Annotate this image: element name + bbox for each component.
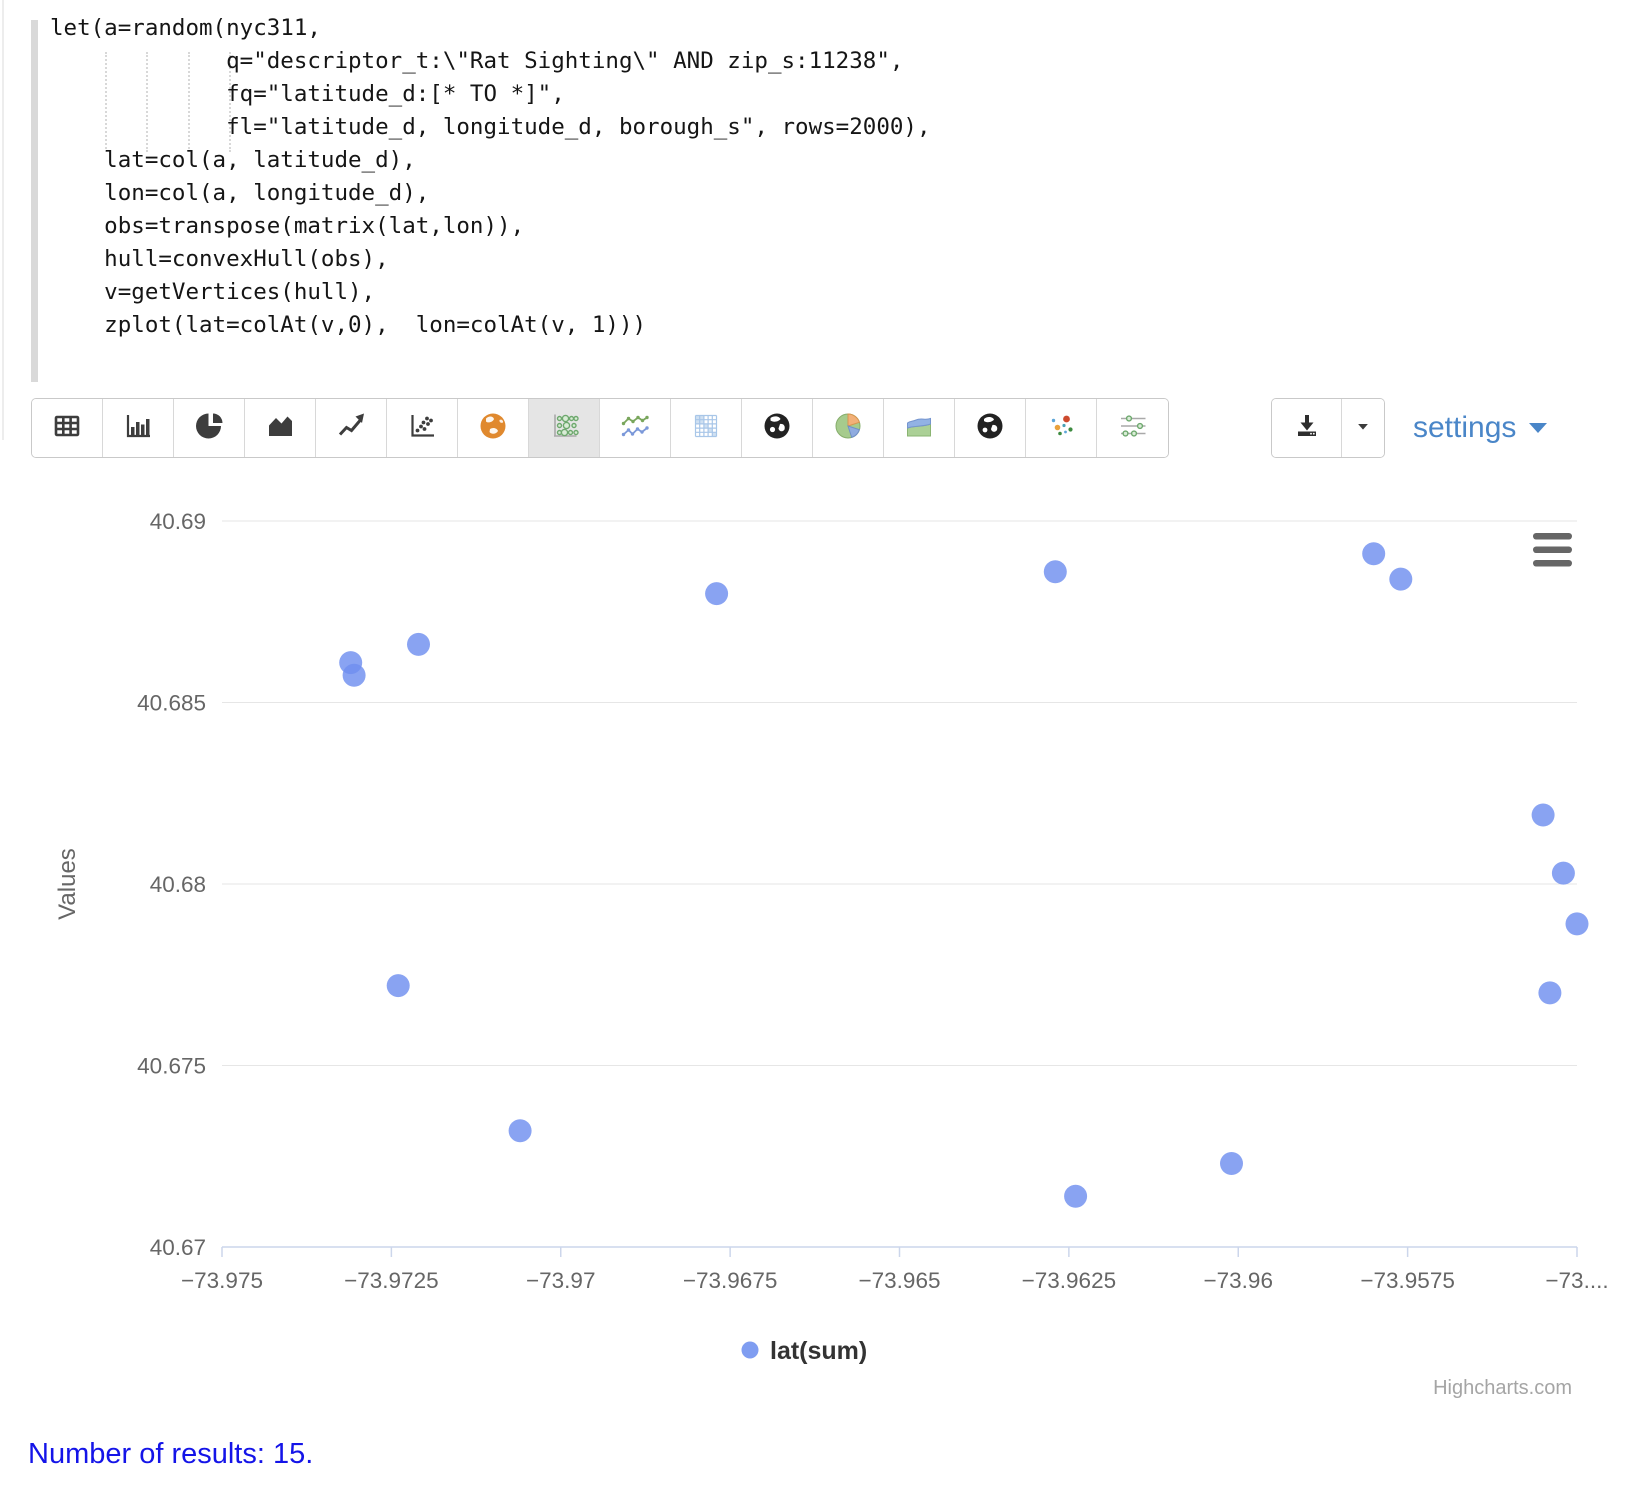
- bubble-chart-icon: [1045, 410, 1077, 447]
- chart-type-button-scatter-plot[interactable]: [387, 399, 458, 457]
- heatmap-icon: [690, 410, 722, 447]
- table-icon: [51, 410, 83, 447]
- data-point[interactable]: [705, 582, 728, 605]
- y-tick-label: 40.675: [137, 1054, 206, 1079]
- chart-type-button-area-color[interactable]: [884, 399, 955, 457]
- x-tick-label: −73.97: [526, 1268, 595, 1293]
- chart-type-button-parallel-coords[interactable]: [1097, 399, 1168, 457]
- chart-type-button-globe-dark[interactable]: [742, 399, 813, 457]
- x-tick-label: −73.9625: [1022, 1268, 1116, 1293]
- chart-type-button-heatmap[interactable]: [671, 399, 742, 457]
- caret-down-icon: [1350, 413, 1376, 444]
- data-point[interactable]: [1044, 560, 1067, 583]
- chart-type-button-dot-grid[interactable]: [529, 399, 600, 457]
- legend-item[interactable]: lat(sum): [742, 1337, 868, 1365]
- multi-line-chart-icon: [619, 410, 651, 447]
- pie-color-icon: [832, 410, 864, 447]
- x-tick-label: −73....: [1545, 1268, 1608, 1293]
- data-point[interactable]: [1064, 1185, 1087, 1208]
- chart-type-button-pie-color[interactable]: [813, 399, 884, 457]
- code-block-quote-bar: [31, 20, 38, 382]
- x-tick-label: −73.9675: [683, 1268, 777, 1293]
- chart-type-button-area-chart[interactable]: [245, 399, 316, 457]
- globe-orange-icon: [477, 410, 509, 447]
- chart-type-button-table[interactable]: [32, 399, 103, 457]
- bar-chart-icon: [122, 410, 154, 447]
- line-chart-icon: [335, 410, 367, 447]
- legend-label: lat(sum): [770, 1337, 867, 1365]
- chart-type-button-globe-orange[interactable]: [458, 399, 529, 457]
- area-color-icon: [903, 410, 935, 447]
- data-point[interactable]: [509, 1119, 532, 1142]
- globe-dark-icon: [761, 410, 793, 447]
- results-count-text: Number of results: 15.: [28, 1438, 313, 1471]
- chart-type-button-globe-dark2[interactable]: [955, 399, 1026, 457]
- x-tick-label: −73.9725: [344, 1268, 438, 1293]
- x-tick-label: −73.975: [181, 1268, 263, 1293]
- settings-label: settings: [1413, 411, 1516, 445]
- parallel-coords-icon: [1117, 410, 1149, 447]
- legend-marker: [742, 1342, 759, 1359]
- settings-link[interactable]: settings: [1413, 398, 1549, 458]
- download-button-group: [1271, 398, 1385, 458]
- x-tick-label: −73.9575: [1360, 1268, 1454, 1293]
- dot-grid-icon: [548, 410, 580, 447]
- data-point[interactable]: [343, 664, 366, 687]
- chart-type-button-multi-line-chart[interactable]: [600, 399, 671, 457]
- data-point[interactable]: [1389, 568, 1412, 591]
- data-point[interactable]: [387, 974, 410, 997]
- chart-type-button-bar-chart[interactable]: [103, 399, 174, 457]
- chart-type-button-bubble-chart[interactable]: [1026, 399, 1097, 457]
- data-point[interactable]: [1532, 804, 1555, 827]
- code-editor[interactable]: let(a=random(nyc311, q="descriptor_t:\"R…: [50, 12, 931, 342]
- settings-caret-icon: [1527, 420, 1549, 436]
- download-icon: [1291, 410, 1323, 447]
- chart-menu-button[interactable]: [1533, 533, 1572, 567]
- y-tick-label: 40.67: [150, 1235, 206, 1260]
- panel-edge-line: [2, 0, 4, 440]
- data-point[interactable]: [1538, 981, 1561, 1004]
- scatter-chart: 40.69 40.685 40.68 40.675 40.67 −73.975 −73.97…: [0, 470, 1640, 1430]
- x-tick-label: −73.965: [859, 1268, 941, 1293]
- data-point[interactable]: [1220, 1152, 1243, 1175]
- chart-type-button-pie-chart[interactable]: [174, 399, 245, 457]
- y-tick-label: 40.69: [150, 509, 206, 534]
- y-tick-label: 40.685: [137, 691, 206, 716]
- chart-type-toolbar: [31, 398, 1169, 458]
- globe-dark2-icon: [974, 410, 1006, 447]
- highcharts-credit[interactable]: Highcharts.com: [1433, 1377, 1572, 1399]
- x-tick-label: −73.96: [1204, 1268, 1273, 1293]
- scatter-plot-icon: [406, 410, 438, 447]
- y-axis-title: Values: [54, 848, 81, 920]
- y-tick-label: 40.68: [150, 872, 206, 897]
- data-point[interactable]: [1566, 912, 1589, 935]
- download-options-button[interactable]: [1342, 399, 1384, 457]
- data-point[interactable]: [1552, 862, 1575, 885]
- chart-type-button-line-chart[interactable]: [316, 399, 387, 457]
- pie-chart-icon: [193, 410, 225, 447]
- data-point[interactable]: [1362, 542, 1385, 565]
- data-point[interactable]: [407, 633, 430, 656]
- download-button[interactable]: [1272, 399, 1342, 457]
- area-chart-icon: [264, 410, 296, 447]
